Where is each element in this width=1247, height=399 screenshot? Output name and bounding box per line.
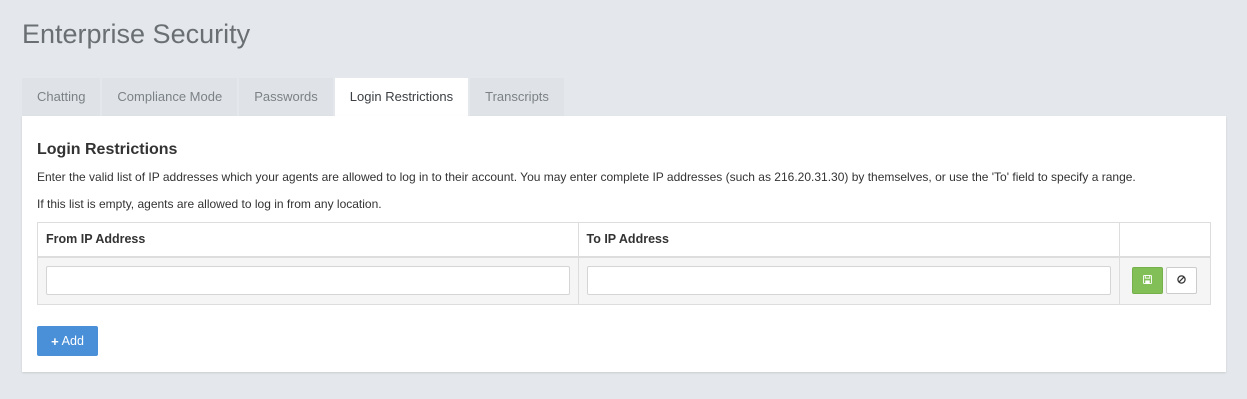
section-description: Enter the valid list of IP addresses whi… [37, 170, 1136, 184]
tab-panel: Login Restrictions Enter the valid list … [22, 116, 1226, 372]
to-ip-input[interactable] [586, 266, 1111, 296]
section-title: Login Restrictions [37, 141, 178, 158]
column-header-to-ip: To IP Address [578, 222, 1120, 258]
tab-chatting[interactable]: Chatting [22, 78, 101, 116]
from-ip-input[interactable] [46, 266, 570, 296]
from-ip-cell [37, 256, 579, 305]
tab-bar: Chatting Compliance Mode Passwords Login… [22, 78, 566, 116]
tab-passwords[interactable]: Passwords [239, 78, 333, 116]
row-actions [1128, 267, 1202, 295]
tab-compliance-mode[interactable]: Compliance Mode [102, 78, 238, 116]
floppy-disk-icon [1143, 274, 1152, 287]
column-header-from-ip: From IP Address [37, 222, 579, 258]
section-note: If this list is empty, agents are allowe… [37, 197, 382, 211]
ban-icon [1177, 275, 1186, 287]
cancel-button[interactable] [1166, 267, 1197, 295]
tab-login-restrictions[interactable]: Login Restrictions [334, 78, 469, 116]
add-button[interactable]: + Add [37, 326, 98, 356]
table-row [37, 256, 1211, 305]
save-button[interactable] [1132, 267, 1163, 295]
table-header-row: From IP Address To IP Address [37, 222, 1211, 258]
add-button-label: Add [61, 334, 84, 348]
column-header-actions [1119, 222, 1211, 258]
row-actions-cell [1119, 256, 1211, 305]
page-title: Enterprise Security [22, 19, 251, 49]
plus-icon: + [51, 333, 59, 349]
to-ip-cell [578, 256, 1120, 305]
tab-transcripts[interactable]: Transcripts [470, 78, 564, 116]
ip-range-table: From IP Address To IP Address [37, 222, 1211, 305]
